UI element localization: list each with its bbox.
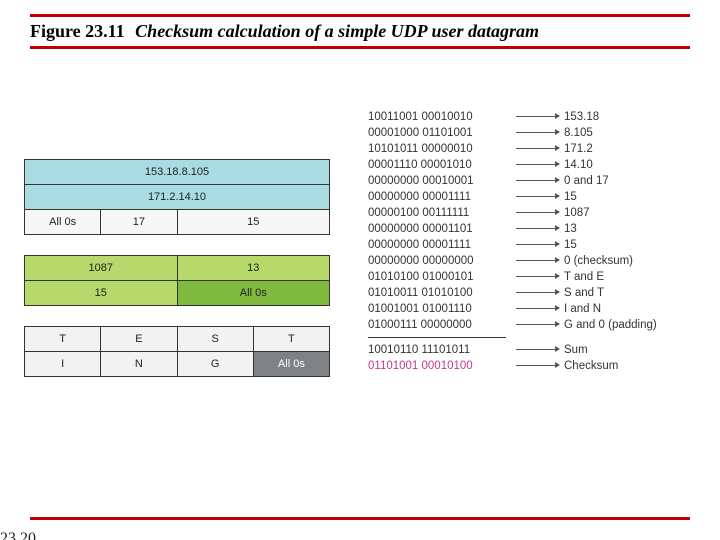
arrow-icon bbox=[508, 317, 564, 333]
pseudo-zero: All 0s bbox=[25, 210, 101, 235]
top-rule bbox=[30, 14, 690, 17]
checksum-label: Checksum bbox=[564, 358, 708, 374]
slide: Figure 23.11 Checksum calculation of a s… bbox=[0, 14, 720, 540]
binary-row: 00000000 00001111 15 bbox=[368, 189, 708, 205]
binary-row: 00001110 00001010 14.10 bbox=[368, 157, 708, 173]
pseudo-length: 15 bbox=[177, 210, 330, 235]
pseudo-proto: 17 bbox=[101, 210, 177, 235]
binary-meaning: 1087 bbox=[564, 205, 708, 221]
binary-meaning: 15 bbox=[564, 189, 708, 205]
arrow-icon bbox=[508, 285, 564, 301]
binary-row: 10101011 00000010 171.2 bbox=[368, 141, 708, 157]
figure-caption: Checksum calculation of a simple UDP use… bbox=[135, 21, 539, 41]
title-underline bbox=[30, 46, 690, 49]
arrow-icon bbox=[508, 237, 564, 253]
arrow-icon bbox=[508, 205, 564, 221]
udp-dst-port: 13 bbox=[177, 256, 330, 281]
binary-bits: 01010011 01010100 bbox=[368, 285, 508, 301]
bottom-rule bbox=[30, 517, 690, 520]
binary-bits: 00000100 00111111 bbox=[368, 205, 508, 221]
binary-bits: 00000000 00001111 bbox=[368, 189, 508, 205]
binary-row: 00001000 01101001 8.105 bbox=[368, 125, 708, 141]
data-byte: N bbox=[101, 352, 177, 377]
binary-row: 10011001 00010010 153.18 bbox=[368, 109, 708, 125]
arrow-icon bbox=[508, 189, 564, 205]
ip-dest: 171.2.14.10 bbox=[25, 185, 330, 210]
binary-bits: 10101011 00000010 bbox=[368, 141, 508, 157]
figure-label: Figure 23.11 bbox=[30, 21, 125, 41]
arrow-icon bbox=[508, 342, 564, 358]
arrow-icon bbox=[508, 173, 564, 189]
data-byte: T bbox=[25, 327, 101, 352]
arrow-icon bbox=[508, 157, 564, 173]
binary-row: 00000100 00111111 1087 bbox=[368, 205, 708, 221]
arrow-icon bbox=[508, 125, 564, 141]
data-byte: E bbox=[101, 327, 177, 352]
binary-row: 01010100 01000101 T and E bbox=[368, 269, 708, 285]
arrow-icon bbox=[508, 358, 564, 374]
checksum-row: 01101001 00010100 Checksum bbox=[368, 358, 708, 374]
binary-meaning: 153.18 bbox=[564, 109, 708, 125]
binary-bits: 00000000 00001101 bbox=[368, 221, 508, 237]
binary-breakdown: 10011001 00010010153.1800001000 01101001… bbox=[368, 109, 708, 374]
sum-label: Sum bbox=[564, 342, 708, 358]
binary-meaning: 8.105 bbox=[564, 125, 708, 141]
binary-row: 01010011 01010100 S and T bbox=[368, 285, 708, 301]
data-byte: T bbox=[253, 327, 329, 352]
binary-meaning: T and E bbox=[564, 269, 708, 285]
packet-diagram: 153.18.8.105 171.2.14.10 All 0s 17 15 10… bbox=[24, 159, 330, 377]
binary-bits: 01001001 01001110 bbox=[368, 301, 508, 317]
ip-source: 153.18.8.105 bbox=[25, 160, 330, 185]
binary-meaning: 171.2 bbox=[564, 141, 708, 157]
arrow-icon bbox=[508, 221, 564, 237]
sum-row: 10010110 11101011 Sum bbox=[368, 342, 708, 358]
binary-meaning: 0 and 17 bbox=[564, 173, 708, 189]
arrow-icon bbox=[508, 109, 564, 125]
binary-row: 00000000 00010001 0 and 17 bbox=[368, 173, 708, 189]
data-byte: I bbox=[25, 352, 101, 377]
arrow-icon bbox=[508, 269, 564, 285]
binary-row: 00000000 00000000 0 (checksum) bbox=[368, 253, 708, 269]
binary-bits: 01000111 00000000 bbox=[368, 317, 508, 333]
udp-checksum: All 0s bbox=[177, 281, 330, 306]
arrow-icon bbox=[508, 253, 564, 269]
binary-bits: 00000000 00000000 bbox=[368, 253, 508, 269]
binary-bits: 00001110 00001010 bbox=[368, 157, 508, 173]
udp-src-port: 1087 bbox=[25, 256, 178, 281]
binary-meaning: I and N bbox=[564, 301, 708, 317]
binary-bits: 10011001 00010010 bbox=[368, 109, 508, 125]
checksum-bits: 01101001 00010100 bbox=[368, 358, 508, 374]
binary-row: 01001001 01001110 I and N bbox=[368, 301, 708, 317]
binary-row: 01000111 00000000 G and 0 (padding) bbox=[368, 317, 708, 333]
sum-bits: 10010110 11101011 bbox=[368, 342, 508, 358]
arrow-icon bbox=[508, 141, 564, 157]
arrow-icon bbox=[508, 301, 564, 317]
binary-meaning: 14.10 bbox=[564, 157, 708, 173]
binary-meaning: 15 bbox=[564, 237, 708, 253]
binary-meaning: 0 (checksum) bbox=[564, 253, 708, 269]
data-padding: All 0s bbox=[253, 352, 329, 377]
binary-meaning: G and 0 (padding) bbox=[564, 317, 708, 333]
data-byte: G bbox=[177, 352, 253, 377]
udp-length: 15 bbox=[25, 281, 178, 306]
binary-row: 00000000 00001111 15 bbox=[368, 237, 708, 253]
binary-bits: 00001000 01101001 bbox=[368, 125, 508, 141]
binary-bits: 00000000 00010001 bbox=[368, 173, 508, 189]
binary-meaning: 13 bbox=[564, 221, 708, 237]
sum-rule bbox=[368, 337, 506, 338]
page-number: 23.20 bbox=[0, 530, 36, 540]
binary-bits: 01010100 01000101 bbox=[368, 269, 508, 285]
figure-title: Figure 23.11 Checksum calculation of a s… bbox=[30, 21, 690, 42]
binary-meaning: S and T bbox=[564, 285, 708, 301]
binary-bits: 00000000 00001111 bbox=[368, 237, 508, 253]
figure-body: 153.18.8.105 171.2.14.10 All 0s 17 15 10… bbox=[24, 109, 696, 484]
binary-row: 00000000 00001101 13 bbox=[368, 221, 708, 237]
data-byte: S bbox=[177, 327, 253, 352]
